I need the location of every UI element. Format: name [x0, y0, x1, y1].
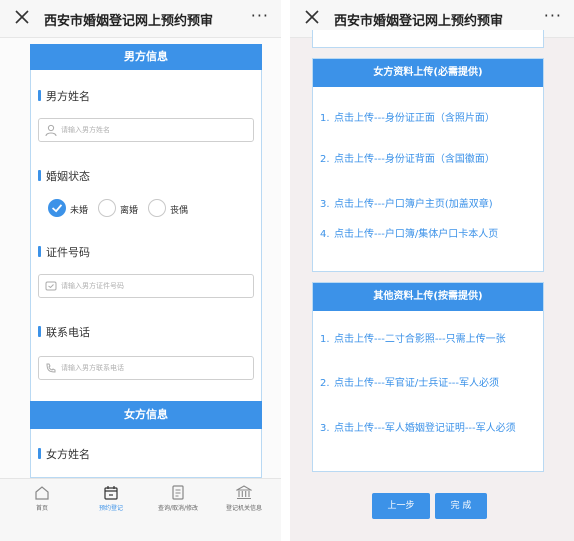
item-text: 点击上传---户口簿户主页(加盖双章) — [334, 199, 493, 210]
item-number: 1. — [320, 113, 330, 124]
id-number-placeholder: 请输入男方证件号码 — [61, 282, 124, 290]
close-icon[interactable] — [302, 7, 322, 27]
radio-circle-icon — [98, 199, 116, 217]
item-number: 4. — [320, 229, 330, 240]
item-number: 2. — [320, 378, 330, 389]
item-number: 2. — [320, 154, 330, 165]
document-icon — [172, 485, 184, 500]
male-name-label: 男方姓名 — [38, 88, 90, 104]
more-menu-icon[interactable]: ··· — [544, 6, 562, 25]
tab-appointment[interactable]: 预约登记 — [81, 485, 141, 521]
male-name-placeholder: 请输入男方姓名 — [61, 126, 110, 134]
tab-label: 预约登记 — [98, 505, 123, 512]
marital-option-label: 丧偶 — [170, 206, 189, 216]
finish-button[interactable]: 完 成 — [435, 493, 487, 519]
page-title: 西安市婚姻登记网上预约预审 — [44, 14, 214, 29]
phone-placeholder: 请输入男方联系电话 — [61, 364, 124, 372]
building-icon — [236, 485, 252, 500]
marital-option-label: 未婚 — [70, 206, 89, 216]
female-upload-header: 女方资料上传(必需提供) — [313, 59, 543, 87]
close-icon[interactable] — [12, 7, 32, 27]
radio-circle-icon — [148, 199, 166, 217]
female-section-header: 女方信息 — [30, 401, 262, 429]
tab-query[interactable]: 查询/取消/修改 — [148, 485, 208, 521]
person-icon — [45, 124, 57, 136]
tab-registry-office[interactable]: 登记机关信息 — [214, 485, 274, 521]
tab-home[interactable]: 首页 — [12, 485, 72, 521]
item-number: 3. — [320, 423, 330, 434]
phone-label: 联系电话 — [38, 324, 90, 340]
phone-input[interactable]: 请输入男方联系电话 — [38, 356, 254, 380]
previous-step-button[interactable]: 上一步 — [372, 493, 430, 519]
id-number-label: 证件号码 — [38, 244, 90, 260]
tab-label: 首页 — [35, 505, 48, 512]
id-card-icon — [45, 281, 57, 291]
item-text: 点击上传---身份证背面（含国徽面） — [334, 154, 495, 165]
tab-label: 登记机关信息 — [225, 505, 262, 512]
item-text: 点击上传---户口簿/集体户口卡本人页 — [334, 229, 499, 240]
previous-card-bottom — [312, 30, 544, 48]
title-bar: 西安市婚姻登记网上预约预审 ··· — [0, 0, 281, 38]
marital-option-label: 离婚 — [120, 206, 139, 216]
item-text: 点击上传---军官证/士兵证---军人必须 — [334, 378, 500, 389]
left-screen: 西安市婚姻登记网上预约预审 ··· 男方信息 男方姓名 请输入男方姓名 婚姻状态… — [0, 0, 281, 541]
item-text: 点击上传---军人婚姻登记证明---军人必须 — [334, 423, 516, 434]
right-screen: 西安市婚姻登记网上预约预审 ··· 女方资料上传(必需提供) 1. 点击上传--… — [290, 0, 574, 541]
male-section-header: 男方信息 — [30, 44, 262, 70]
bottom-tab-bar: 首页 预约登记 查询/取消/修改 登记机关信息 — [0, 478, 281, 541]
checkmark-icon — [48, 199, 66, 217]
more-menu-icon[interactable]: ··· — [251, 6, 269, 25]
home-icon — [35, 486, 49, 500]
tab-label: 查询/取消/修改 — [157, 505, 199, 512]
id-number-input[interactable]: 请输入男方证件号码 — [38, 274, 254, 298]
item-text: 点击上传---身份证正面（含照片面） — [334, 113, 495, 124]
female-name-label: 女方姓名 — [38, 446, 90, 462]
item-number: 1. — [320, 334, 330, 345]
calendar-icon — [104, 486, 118, 500]
phone-icon — [46, 363, 56, 373]
male-name-input[interactable]: 请输入男方姓名 — [38, 118, 254, 142]
item-number: 3. — [320, 199, 330, 210]
other-upload-header: 其他资料上传(按需提供) — [313, 283, 543, 311]
item-text: 点击上传---二寸合影照---只需上传一张 — [334, 334, 506, 345]
page-title: 西安市婚姻登记网上预约预审 — [334, 14, 504, 29]
marital-status-label: 婚姻状态 — [38, 168, 90, 184]
